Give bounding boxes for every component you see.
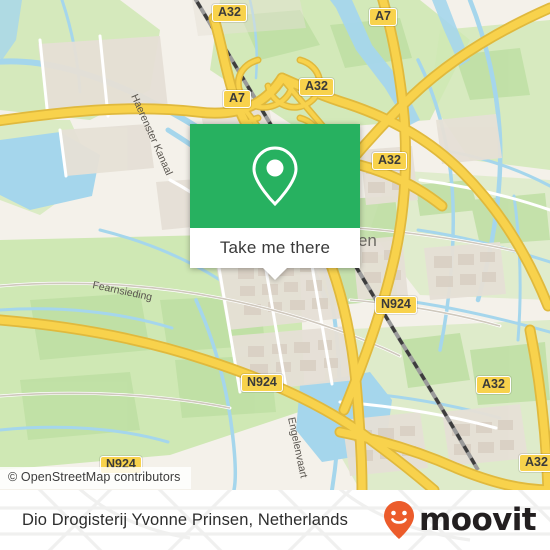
shield-a32-bottom: A32: [519, 454, 550, 472]
shield-a7-top: A7: [369, 8, 397, 26]
shield-a7-mid: A7: [223, 90, 251, 108]
shield-n924-mid: N924: [241, 374, 283, 392]
moovit-wordmark: moovit: [419, 502, 537, 538]
shield-a32-lower: A32: [476, 376, 511, 394]
place-popup[interactable]: Take me there: [190, 124, 360, 280]
osm-attribution[interactable]: © OpenStreetMap contributors: [0, 467, 191, 489]
take-me-there-label: Take me there: [219, 238, 331, 257]
footer-bar: Dio Drogisterij Yvonne Prinsen, Netherla…: [0, 490, 550, 550]
shield-n924-right: N924: [375, 296, 417, 314]
moovit-smiley-pin-icon: [384, 501, 415, 539]
place-title: Dio Drogisterij Yvonne Prinsen, Netherla…: [22, 510, 348, 529]
popup-pointer: [263, 268, 287, 280]
shield-a32-top: A32: [212, 4, 247, 22]
moovit-logo[interactable]: moovit: [383, 490, 537, 550]
map-pin-icon: [252, 146, 298, 207]
shield-a32-right: A32: [372, 152, 407, 170]
moovit-map-screenshot: Haerenster Kanaal Fearnsieding Engelenva…: [0, 0, 550, 550]
popup-action[interactable]: Take me there: [190, 228, 360, 280]
popup-header: [190, 124, 360, 228]
shield-a32-mid: A32: [299, 78, 334, 96]
